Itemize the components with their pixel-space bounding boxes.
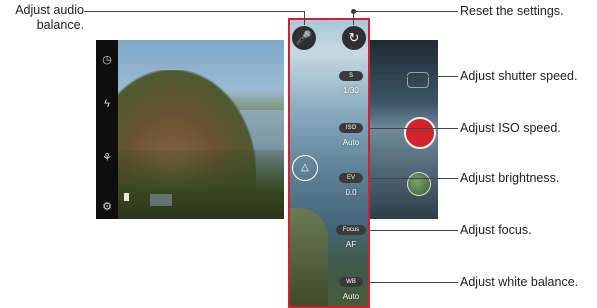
callout-wb-line — [370, 282, 458, 283]
filter-icon[interactable]: ⚘ — [96, 152, 118, 164]
gear-icon[interactable]: ⚙ — [96, 201, 118, 213]
callout-brightness-line — [370, 178, 458, 179]
callout-audio-line — [84, 11, 304, 12]
callout-audio-drop — [304, 11, 305, 25]
thumbnail-strip[interactable] — [124, 193, 129, 201]
callout-focus-label: Adjust focus. — [460, 223, 532, 237]
flash-off-icon[interactable]: ϟ — [96, 98, 118, 110]
callout-reset-drop — [353, 11, 354, 25]
callout-shutter-label: Adjust shutter speed. — [460, 69, 578, 83]
callout-reset-line — [354, 11, 458, 12]
callout-shutter-line — [370, 76, 458, 77]
shutter-button[interactable] — [404, 117, 436, 149]
callout-reset-label: Reset the settings. — [460, 4, 564, 18]
gallery-thumbnail-round[interactable] — [407, 172, 431, 196]
callout-iso-label: Adjust ISO speed. — [460, 121, 561, 135]
callout-brightness-label: Adjust brightness. — [460, 171, 560, 185]
gallery-thumbnail[interactable] — [150, 194, 172, 206]
lens-switch-icon[interactable] — [407, 72, 429, 88]
callout-audio-label: Adjust audio balance. — [15, 3, 84, 32]
timer-icon[interactable]: ◷ — [96, 54, 118, 66]
callout-iso-line — [370, 128, 458, 129]
camera-left-toolbar: ◷ ϟ ⚘ ⚙ — [96, 40, 118, 219]
highlight-frame — [288, 18, 370, 308]
callout-wb-label: Adjust white balance. — [460, 275, 579, 289]
preview-trees — [96, 150, 284, 219]
callout-focus-line — [370, 230, 458, 231]
